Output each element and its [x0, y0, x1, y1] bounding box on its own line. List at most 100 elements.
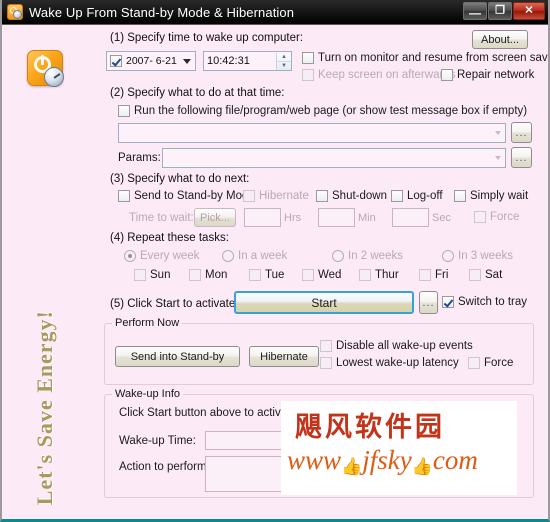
day-thur[interactable]: Thur	[359, 269, 399, 281]
repeat-in-2-weeks[interactable]: In 2 weeks	[332, 250, 403, 262]
perform-force-checkbox[interactable]	[468, 357, 480, 369]
run-file-label: Run the following file/program/web page …	[134, 105, 528, 117]
site-watermark: 飓风软件园 www👍jfsky👍com	[281, 401, 517, 495]
force-wait-label: Force	[490, 211, 520, 223]
start-options-button[interactable]: ...	[419, 291, 438, 314]
watermark-chinese-text: 飓风软件园	[295, 412, 445, 442]
in-a-week-radio[interactable]	[222, 250, 234, 262]
wakeup-info-legend: Wake-up Info	[112, 388, 184, 400]
perform-now-legend: Perform Now	[112, 317, 183, 329]
params-combobox[interactable]	[162, 148, 506, 168]
turn-on-monitor-row[interactable]: Turn on monitor and resume from screen s…	[302, 52, 550, 64]
send-standby-label: Send to Stand-by Mode	[134, 190, 255, 202]
minimize-button[interactable]: —	[463, 2, 487, 20]
turn-on-monitor-checkbox[interactable]	[302, 52, 314, 64]
force-wait-checkbox	[474, 211, 486, 223]
day-fri[interactable]: Fri	[419, 269, 448, 281]
sun-checkbox[interactable]	[134, 269, 146, 281]
fri-label: Fri	[435, 269, 449, 281]
wakeup-time-value: 10:42:31	[207, 55, 250, 67]
params-label: Params:	[118, 152, 161, 164]
hibernate-now-button[interactable]: Hibernate	[249, 346, 319, 367]
repeat-in-3-weeks[interactable]: In 3 weeks	[442, 250, 513, 262]
option-logoff[interactable]: Log-off	[391, 190, 443, 202]
turn-on-monitor-label: Turn on monitor and resume from screen s…	[318, 52, 550, 64]
in-2-weeks-label: In 2 weeks	[348, 250, 403, 262]
date-enable-checkbox[interactable]	[110, 55, 122, 67]
switch-to-tray-checkbox[interactable]	[442, 296, 454, 308]
params-dropdown-icon[interactable]	[490, 156, 505, 160]
slogan-text: Let's Save Energy!	[32, 309, 57, 505]
wakeup-date-field[interactable]: 2007- 6-21	[106, 51, 196, 71]
time-spinner[interactable]: ▲ ▼	[276, 52, 291, 70]
run-file-checkbox[interactable]	[118, 105, 130, 117]
file-browse-button[interactable]: ...	[511, 122, 532, 143]
day-wed[interactable]: Wed	[302, 269, 341, 281]
sec-unit-label: Sec	[432, 212, 451, 224]
day-sun[interactable]: Sun	[134, 269, 170, 281]
shutdown-checkbox[interactable]	[316, 190, 328, 202]
params-browse-button[interactable]: ...	[511, 147, 532, 168]
option-simply-wait[interactable]: Simply wait	[454, 190, 528, 202]
wed-checkbox[interactable]	[302, 269, 314, 281]
maximize-button[interactable]: ❐	[488, 2, 512, 20]
logoff-checkbox[interactable]	[391, 190, 403, 202]
logoff-label: Log-off	[407, 190, 443, 202]
sec-input[interactable]	[392, 208, 429, 227]
repair-network-checkbox[interactable]	[441, 69, 453, 81]
hibernate-label: Hibernate	[259, 190, 309, 202]
file-path-dropdown-icon[interactable]	[490, 131, 505, 135]
clock-gauge-icon	[44, 67, 64, 87]
watermark-url: www👍jfsky👍com	[287, 445, 478, 477]
min-input[interactable]	[318, 208, 355, 227]
in-3-weeks-radio[interactable]	[442, 250, 454, 262]
tue-label: Tue	[265, 269, 285, 281]
wakeup-time-field[interactable]: 10:42:31 ▲ ▼	[203, 51, 292, 71]
about-button[interactable]: About...	[472, 30, 528, 49]
option-send-standby[interactable]: Send to Stand-by Mode	[118, 190, 255, 202]
disable-all-wakeup-checkbox[interactable]	[320, 340, 332, 352]
day-sat[interactable]: Sat	[469, 269, 502, 281]
repeat-in-a-week[interactable]: In a week	[222, 250, 287, 262]
start-button[interactable]: Start	[234, 291, 414, 314]
lowest-latency-row[interactable]: Lowest wake-up latency	[320, 357, 459, 369]
day-mon[interactable]: Mon	[189, 269, 227, 281]
action-to-perform-label: Action to perform:	[119, 461, 210, 473]
lowest-latency-checkbox[interactable]	[320, 357, 332, 369]
mon-checkbox[interactable]	[189, 269, 201, 281]
option-shutdown[interactable]: Shut-down	[316, 190, 387, 202]
switch-to-tray-label: Switch to tray	[458, 296, 528, 308]
spinner-up-icon[interactable]: ▲	[277, 53, 291, 62]
sat-checkbox[interactable]	[469, 269, 481, 281]
run-file-row[interactable]: Run the following file/program/web page …	[118, 105, 527, 117]
force-wait-row: Force	[474, 211, 519, 223]
day-tue[interactable]: Tue	[249, 269, 284, 281]
simply-wait-checkbox[interactable]	[454, 190, 466, 202]
title-bar: Wake Up From Stand-by Mode & Hibernation…	[2, 0, 548, 25]
repeat-every-week[interactable]: Every week	[124, 250, 199, 262]
spinner-down-icon[interactable]: ▼	[277, 62, 291, 70]
in-2-weeks-radio[interactable]	[332, 250, 344, 262]
send-standby-checkbox[interactable]	[118, 190, 130, 202]
chevron-down-icon[interactable]	[182, 58, 191, 64]
keep-screen-on-label: Keep screen on afterwards	[318, 69, 456, 81]
file-path-combobox[interactable]	[118, 123, 506, 143]
hrs-unit-label: Hrs	[284, 212, 302, 224]
perform-force-row[interactable]: Force	[468, 357, 513, 369]
every-week-radio[interactable]	[124, 250, 136, 262]
application-window: Wake Up From Stand-by Mode & Hibernation…	[0, 0, 550, 522]
switch-to-tray-row[interactable]: Switch to tray	[442, 296, 527, 308]
tue-checkbox[interactable]	[249, 269, 261, 281]
pick-button[interactable]: Pick...	[194, 208, 236, 227]
send-into-standby-button[interactable]: Send into Stand-by	[115, 346, 240, 367]
disable-all-wakeup-row[interactable]: Disable all wake-up events	[320, 340, 473, 352]
thur-checkbox[interactable]	[359, 269, 371, 281]
hrs-input[interactable]	[244, 208, 281, 227]
fri-checkbox[interactable]	[419, 269, 431, 281]
in-3-weeks-label: In 3 weeks	[458, 250, 513, 262]
close-button[interactable]: ✕	[513, 2, 545, 20]
lowest-latency-label: Lowest wake-up latency	[336, 357, 459, 369]
repair-network-row[interactable]: Repair network	[441, 69, 534, 81]
perform-now-group: Perform Now Send into Stand-by Hibernate…	[104, 317, 534, 385]
shutdown-label: Shut-down	[332, 190, 387, 202]
